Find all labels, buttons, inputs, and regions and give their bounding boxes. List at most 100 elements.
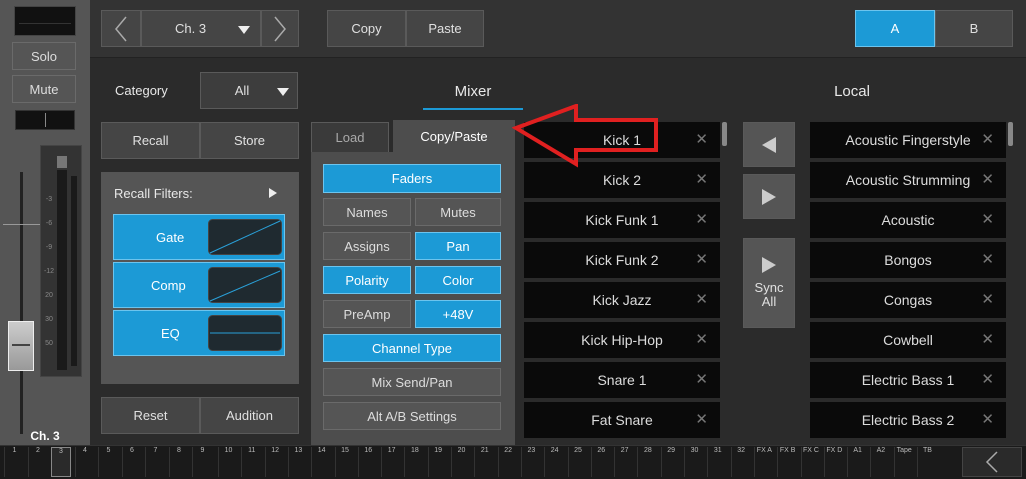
channel-bar-item[interactable]: 15 bbox=[334, 447, 355, 477]
pan-indicator[interactable] bbox=[15, 110, 75, 130]
local-scrollbar[interactable] bbox=[1008, 122, 1013, 146]
channel-bar-item[interactable]: FX B bbox=[777, 447, 797, 477]
assigns-toggle[interactable]: Assigns bbox=[323, 232, 411, 260]
channel-bar-item[interactable]: 8 bbox=[168, 447, 189, 477]
local-list-item[interactable]: Acoustic Strumming ✕ bbox=[810, 162, 1006, 198]
sync-all-button[interactable]: Sync All bbox=[743, 238, 795, 328]
preamp-toggle[interactable]: PreAmp bbox=[323, 300, 411, 328]
channel-bar-item[interactable]: 30 bbox=[684, 447, 704, 477]
mixer-list-item[interactable]: Kick Funk 1 ✕ bbox=[524, 202, 720, 238]
pan-toggle[interactable]: Pan bbox=[415, 232, 501, 260]
channel-bar-item[interactable]: 9 bbox=[192, 447, 212, 477]
names-toggle[interactable]: Names bbox=[323, 198, 411, 226]
faders-toggle[interactable]: Faders bbox=[323, 164, 501, 193]
close-icon[interactable]: ✕ bbox=[695, 130, 708, 148]
local-list-item[interactable]: Acoustic ✕ bbox=[810, 202, 1006, 238]
channel-bar-item[interactable]: A1 bbox=[847, 447, 867, 477]
solo-button[interactable]: Solo bbox=[12, 42, 76, 70]
channel-bar-item[interactable]: 18 bbox=[404, 447, 424, 477]
channel-bar-item[interactable]: 6 bbox=[121, 447, 142, 477]
channel-bar-item[interactable]: TB bbox=[917, 447, 937, 477]
phantom-power-toggle[interactable]: +48V bbox=[415, 300, 501, 328]
mixer-scrollbar[interactable] bbox=[722, 122, 727, 146]
channel-bar-item[interactable]: 21 bbox=[474, 447, 494, 477]
channel-bar-item[interactable]: 14 bbox=[311, 447, 331, 477]
channel-bar-item[interactable]: 28 bbox=[637, 447, 657, 477]
mute-button[interactable]: Mute bbox=[12, 75, 76, 103]
channel-bar-item[interactable]: 17 bbox=[381, 447, 401, 477]
local-list-item[interactable]: Bongos ✕ bbox=[810, 242, 1006, 278]
close-icon[interactable]: ✕ bbox=[695, 290, 708, 308]
mixer-list-item[interactable]: Kick Funk 2 ✕ bbox=[524, 242, 720, 278]
scene-a-button[interactable]: A bbox=[855, 10, 935, 47]
local-list-item[interactable]: Acoustic Fingerstyle ✕ bbox=[810, 122, 1006, 158]
close-icon[interactable]: ✕ bbox=[695, 330, 708, 348]
close-icon[interactable]: ✕ bbox=[695, 410, 708, 428]
scene-b-button[interactable]: B bbox=[935, 10, 1013, 47]
gate-filter-button[interactable]: Gate bbox=[113, 214, 285, 260]
channel-bar-item[interactable]: 16 bbox=[357, 447, 378, 477]
color-toggle[interactable]: Color bbox=[415, 266, 501, 294]
channel-bar-item[interactable]: FX A bbox=[753, 447, 774, 477]
close-icon[interactable]: ✕ bbox=[981, 290, 994, 308]
prev-channel-button[interactable] bbox=[101, 10, 141, 47]
close-icon[interactable]: ✕ bbox=[695, 210, 708, 228]
channel-bar-item[interactable]: 29 bbox=[660, 447, 681, 477]
alt-ab-settings-toggle[interactable]: Alt A/B Settings bbox=[323, 402, 501, 430]
mixer-list-item[interactable]: Fat Snare ✕ bbox=[524, 402, 720, 438]
channel-bar-item[interactable]: 1 bbox=[4, 447, 24, 477]
local-list-item[interactable]: Cowbell ✕ bbox=[810, 322, 1006, 358]
mixer-list-item[interactable]: Kick Jazz ✕ bbox=[524, 282, 720, 318]
channel-bar-item[interactable]: 11 bbox=[241, 447, 261, 477]
channel-bar-item[interactable]: 25 bbox=[567, 447, 588, 477]
mixer-list-item[interactable]: Kick Hip-Hop ✕ bbox=[524, 322, 720, 358]
local-list-item[interactable]: Electric Bass 2 ✕ bbox=[810, 402, 1006, 438]
mixer-list-item[interactable]: Snare 1 ✕ bbox=[524, 362, 720, 398]
channel-bar-item[interactable]: 4 bbox=[74, 447, 95, 477]
local-list-item[interactable]: Congas ✕ bbox=[810, 282, 1006, 318]
close-icon[interactable]: ✕ bbox=[695, 370, 708, 388]
close-icon[interactable]: ✕ bbox=[981, 330, 994, 348]
polarity-toggle[interactable]: Polarity bbox=[323, 266, 411, 294]
channel-bar-item[interactable]: 12 bbox=[264, 447, 285, 477]
channel-bar-item[interactable]: Tape bbox=[893, 447, 914, 477]
channel-type-toggle[interactable]: Channel Type bbox=[323, 334, 501, 362]
transfer-right-button[interactable] bbox=[743, 174, 795, 219]
copy-button[interactable]: Copy bbox=[327, 10, 406, 47]
tab-copy-paste[interactable]: Copy/Paste bbox=[393, 120, 515, 152]
channel-selector[interactable]: Ch. 3 bbox=[141, 10, 261, 47]
close-icon[interactable]: ✕ bbox=[981, 370, 994, 388]
mixer-tab-title[interactable]: Mixer bbox=[423, 83, 523, 100]
eq-filter-button[interactable]: EQ bbox=[113, 310, 285, 356]
fader-handle[interactable] bbox=[8, 321, 34, 371]
mix-send-pan-toggle[interactable]: Mix Send/Pan bbox=[323, 368, 501, 396]
channel-bar-item[interactable]: FX D bbox=[823, 447, 844, 477]
channel-bar-item[interactable]: 3 bbox=[51, 447, 71, 477]
play-icon[interactable] bbox=[269, 188, 277, 198]
close-icon[interactable]: ✕ bbox=[695, 250, 708, 268]
close-icon[interactable]: ✕ bbox=[981, 250, 994, 268]
channel-bar-item[interactable]: 23 bbox=[520, 447, 541, 477]
channel-bar-item[interactable]: 27 bbox=[614, 447, 634, 477]
close-icon[interactable]: ✕ bbox=[981, 210, 994, 228]
store-button[interactable]: Store bbox=[200, 122, 299, 159]
channel-bar-item[interactable]: FX C bbox=[800, 447, 821, 477]
transfer-left-button[interactable] bbox=[743, 122, 795, 167]
channel-bar-item[interactable]: 22 bbox=[497, 447, 518, 477]
channel-bar-item[interactable]: 5 bbox=[98, 447, 118, 477]
channel-bar-item[interactable]: 13 bbox=[287, 447, 308, 477]
audition-button[interactable]: Audition bbox=[200, 397, 299, 434]
next-channel-button[interactable] bbox=[261, 10, 299, 47]
channel-bar-item[interactable]: 26 bbox=[590, 447, 611, 477]
mutes-toggle[interactable]: Mutes bbox=[415, 198, 501, 226]
channel-bar-item[interactable]: 20 bbox=[451, 447, 471, 477]
category-dropdown[interactable]: All bbox=[200, 72, 298, 109]
channel-bar-item[interactable]: 32 bbox=[730, 447, 751, 477]
close-icon[interactable]: ✕ bbox=[981, 410, 994, 428]
close-icon[interactable]: ✕ bbox=[981, 170, 994, 188]
channel-bar-item[interactable]: 10 bbox=[218, 447, 238, 477]
reset-button[interactable]: Reset bbox=[101, 397, 200, 434]
collapse-channel-bar-button[interactable] bbox=[962, 447, 1022, 477]
recall-button[interactable]: Recall bbox=[101, 122, 200, 159]
channel-bar-item[interactable]: 2 bbox=[27, 447, 48, 477]
